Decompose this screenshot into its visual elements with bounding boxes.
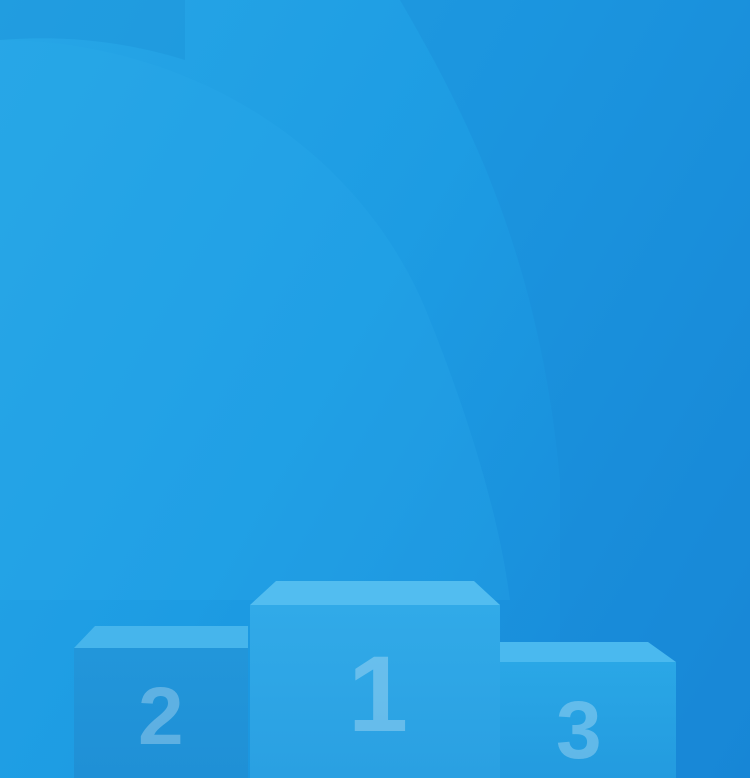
podium-first-number: 1 (348, 633, 409, 754)
podium-third-number: 3 (556, 685, 602, 776)
podium-third-top (500, 642, 676, 662)
background-curve-center (0, 40, 510, 600)
podium-first-top (250, 581, 500, 605)
podium-second-number: 2 (138, 671, 184, 762)
leaderboard-background: 1 2 3 (0, 0, 750, 778)
podium-second-top (74, 626, 248, 648)
